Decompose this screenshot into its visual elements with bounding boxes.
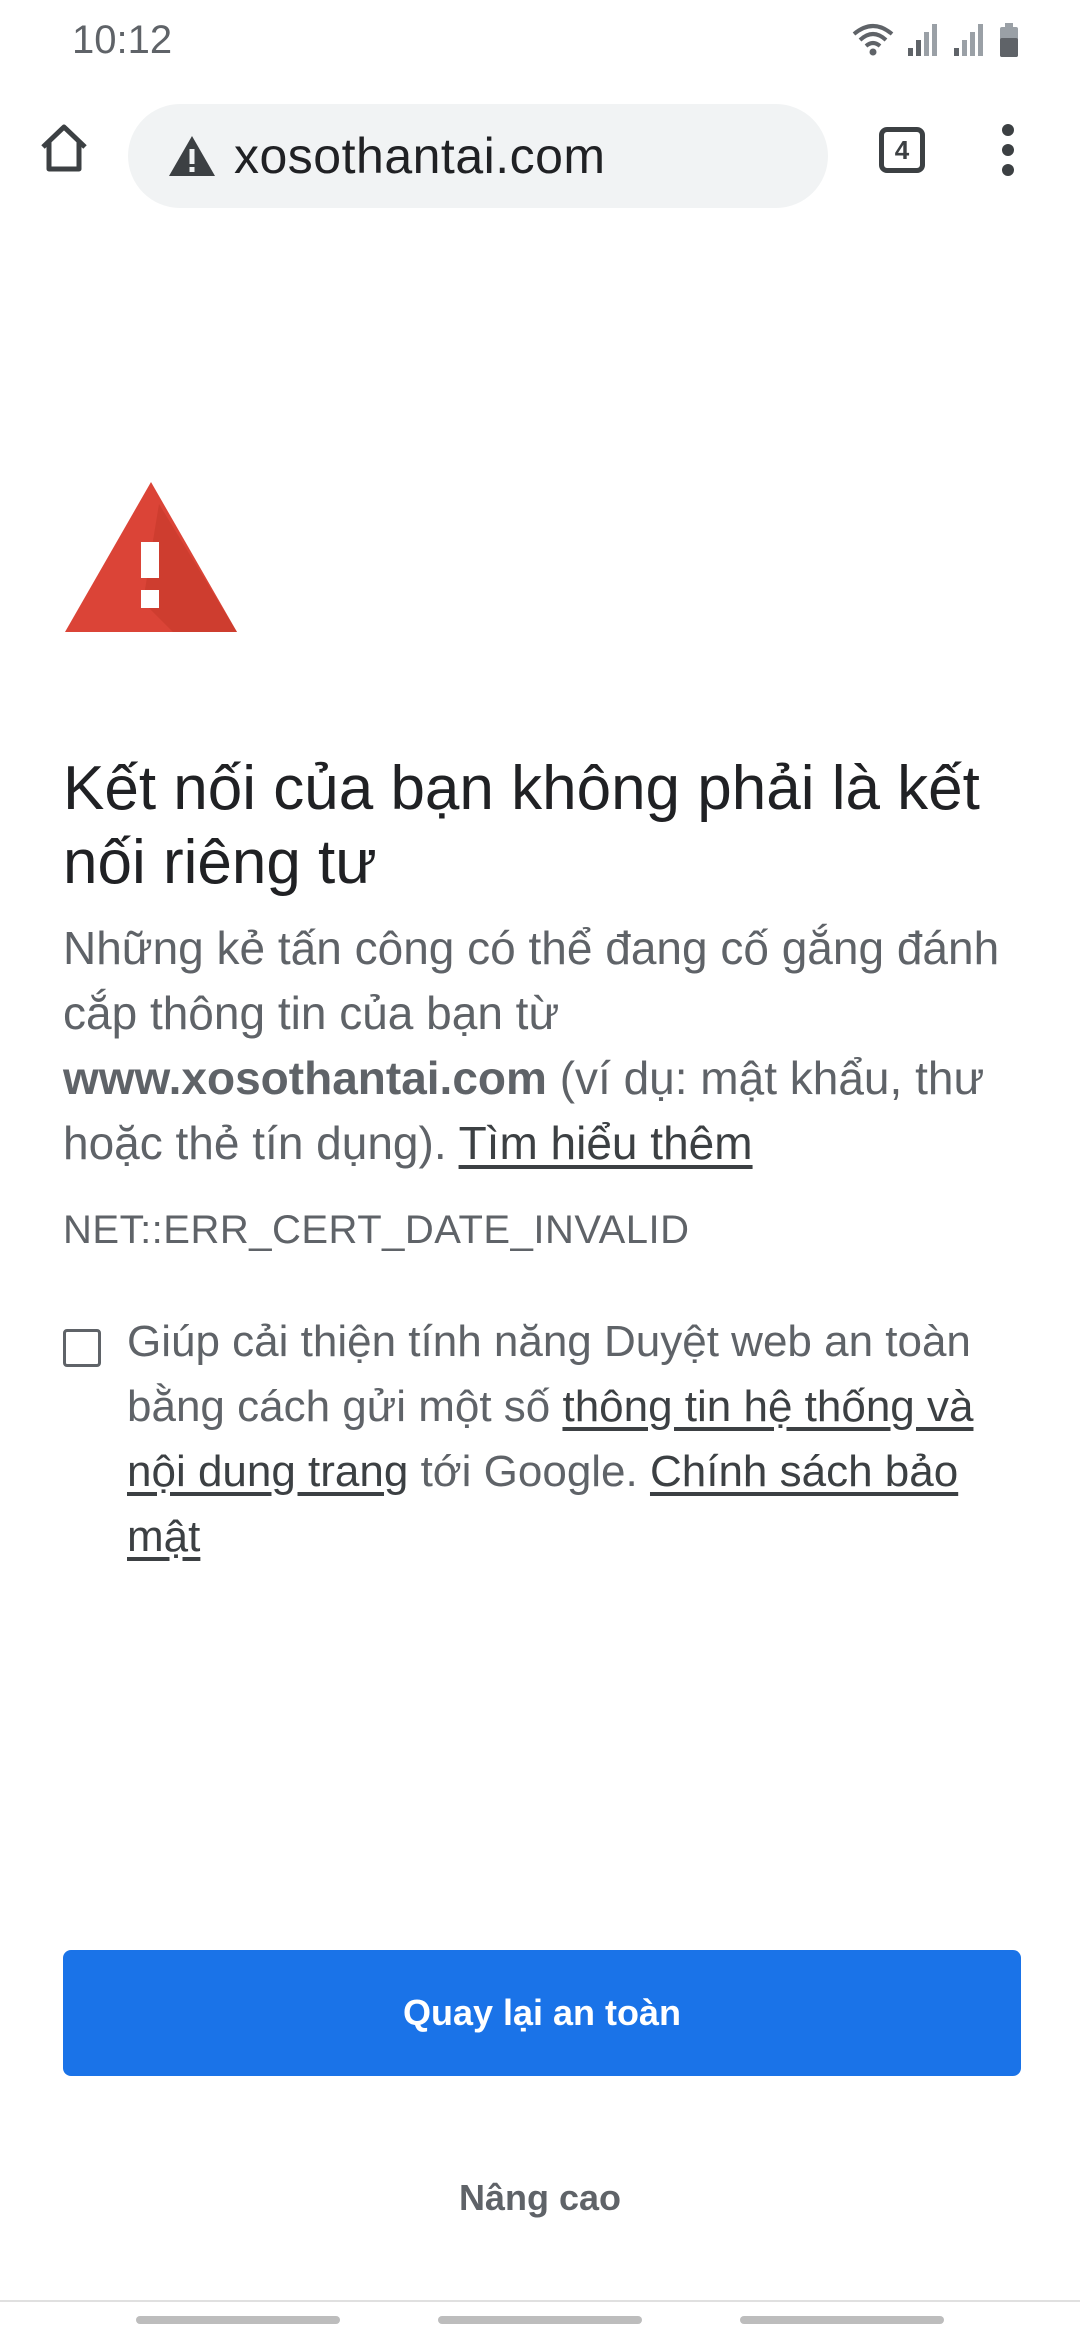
- interstitial-content: Kết nối của bạn không phải là kết nối ri…: [63, 480, 1023, 1569]
- tab-switcher-button[interactable]: 4: [868, 116, 936, 184]
- warning-triangle-icon: [63, 480, 239, 636]
- url-text: xosothantai.com: [234, 128, 606, 184]
- home-icon: [37, 121, 91, 180]
- description-text: Những kẻ tấn công có thể đang cố gắng đá…: [63, 922, 1000, 1039]
- warning-description: Những kẻ tấn công có thể đang cố gắng đá…: [63, 916, 1023, 1176]
- home-button[interactable]: [28, 114, 100, 186]
- page-title: Kết nối của bạn không phải là kết nối ri…: [63, 754, 980, 897]
- tab-count: 4: [894, 134, 910, 165]
- signal-icon: [952, 22, 986, 63]
- screen: 10:12 xosothantai.com 4 Kết nối của bạn …: [0, 0, 1080, 2340]
- tabs-icon: 4: [879, 127, 925, 173]
- advanced-button[interactable]: Nâng cao: [340, 2160, 740, 2236]
- battery-icon: [998, 22, 1020, 63]
- nav-handle: [438, 2316, 642, 2324]
- more-options-button[interactable]: [984, 116, 1032, 188]
- optin-text: Giúp cải thiện tính năng Duyệt web an to…: [127, 1309, 1023, 1569]
- learn-more-link[interactable]: Tìm hiểu thêm: [459, 1117, 753, 1169]
- back-to-safety-button[interactable]: Quay lại an toàn: [63, 1950, 1021, 2076]
- error-code: NET::ERR_CERT_DATE_INVALID: [63, 1208, 690, 1252]
- wifi-icon: [852, 22, 894, 63]
- status-time: 10:12: [72, 18, 173, 62]
- safe-browsing-optin: Giúp cải thiện tính năng Duyệt web an to…: [63, 1309, 1023, 1569]
- more-vert-icon: [1001, 123, 1015, 182]
- address-bar[interactable]: xosothantai.com: [128, 104, 828, 208]
- browser-toolbar: xosothantai.com 4: [0, 96, 1080, 216]
- optin-label: tới Google.: [408, 1447, 650, 1496]
- status-icons: [852, 18, 1020, 66]
- warning-icon[interactable]: [164, 128, 220, 184]
- optin-checkbox[interactable]: [63, 1329, 101, 1367]
- site-domain: www.xosothantai.com: [63, 1052, 547, 1104]
- status-bar: 10:12: [0, 0, 1080, 84]
- signal-icon: [906, 22, 940, 63]
- nav-divider: [0, 2300, 1080, 2302]
- nav-handle: [136, 2316, 340, 2324]
- nav-handle: [740, 2316, 944, 2324]
